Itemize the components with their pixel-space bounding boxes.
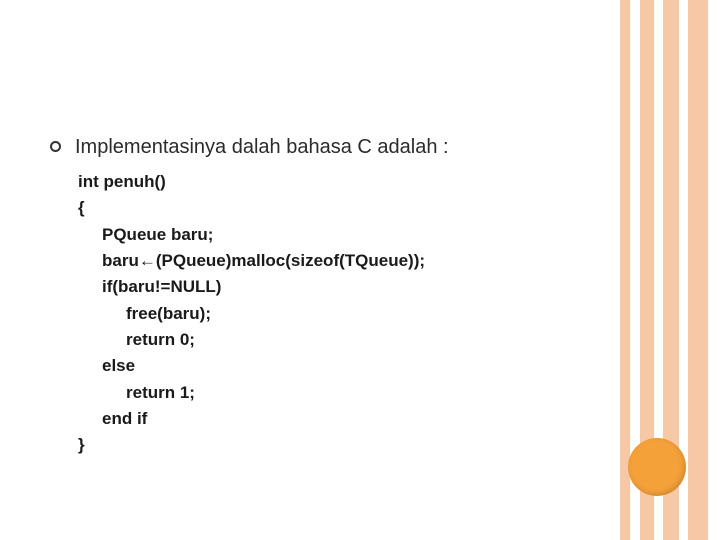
code-line: baru←(PQueue)malloc(sizeof(TQueue)); bbox=[78, 248, 610, 274]
arrow-left-icon: ← bbox=[139, 251, 156, 270]
bullet-icon bbox=[50, 141, 61, 152]
code-line: return 0; bbox=[78, 327, 610, 353]
intro-text: Implementasinya dalah bahasa C adalah : bbox=[75, 135, 449, 159]
code-block: int penuh() { PQueue baru; baru←(PQueue)… bbox=[78, 169, 610, 459]
code-line: end if bbox=[78, 406, 610, 432]
code-line: int penuh() bbox=[78, 169, 610, 195]
decor-stripe-4 bbox=[688, 0, 708, 540]
code-line: else bbox=[78, 353, 610, 379]
bullet-row: Implementasinya dalah bahasa C adalah : bbox=[50, 135, 610, 159]
code-line: { bbox=[78, 195, 610, 221]
code-line: if(baru!=NULL) bbox=[78, 274, 610, 300]
code-line: free(baru); bbox=[78, 301, 610, 327]
code-line: } bbox=[78, 432, 610, 458]
code-frag: baru bbox=[102, 251, 139, 270]
slide-content: Implementasinya dalah bahasa C adalah : … bbox=[50, 135, 610, 459]
code-frag: (PQueue)malloc(sizeof(TQueue)); bbox=[156, 251, 425, 270]
code-line: PQueue baru; bbox=[78, 222, 610, 248]
decor-circle bbox=[628, 438, 686, 496]
code-line: return 1; bbox=[78, 380, 610, 406]
